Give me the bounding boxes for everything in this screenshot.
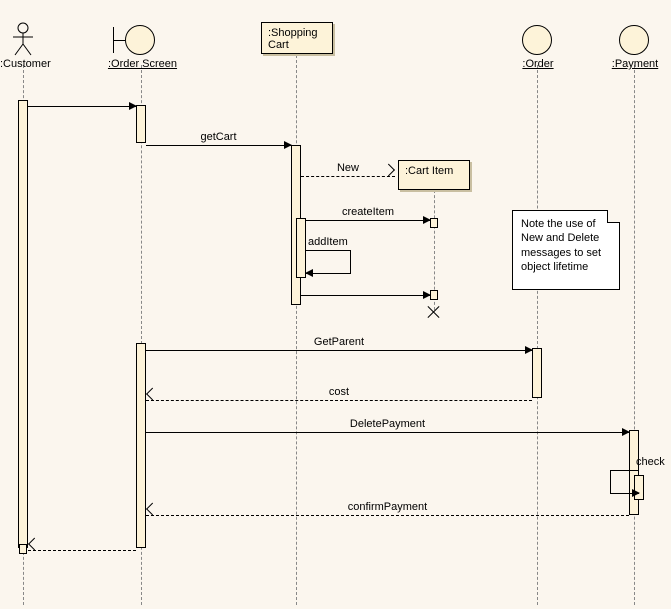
act-order xyxy=(532,348,542,398)
msg-getcart: getCart xyxy=(146,135,291,147)
note: Note the use of New and Delete messages … xyxy=(512,210,620,290)
msg-deletepayment: DeletePayment xyxy=(146,422,629,434)
lifeline-order xyxy=(537,65,538,605)
order-icon xyxy=(522,25,552,55)
destroy-x xyxy=(427,305,441,319)
msg-cost: cost xyxy=(146,390,532,402)
msg-getparent: GetParent xyxy=(146,340,532,352)
msg-destroy-item xyxy=(301,285,430,297)
msg-check-label: check xyxy=(636,456,665,468)
payment-icon xyxy=(619,25,649,55)
shopping-cart-label: :Shopping Cart xyxy=(268,27,318,51)
lifeline-shopping-cart xyxy=(296,55,297,605)
shopping-cart-head: :Shopping Cart xyxy=(261,22,333,54)
act-customer-end xyxy=(19,544,27,554)
order-label: :Order xyxy=(520,58,556,70)
msg-createitem-label: createItem xyxy=(306,206,430,218)
act-item-1 xyxy=(430,218,438,228)
msg-new: New xyxy=(301,166,395,178)
note-text: Note the use of New and Delete messages … xyxy=(521,218,601,273)
msg-additem-label: addItem xyxy=(308,236,348,248)
msg-additem: addItem xyxy=(306,250,351,274)
msg-start xyxy=(28,96,136,108)
act-item-2 xyxy=(430,290,438,300)
msg-check xyxy=(610,470,639,494)
msg-new-label: New xyxy=(301,162,395,174)
msg-deletepayment-label: DeletePayment xyxy=(146,418,629,430)
order-screen-label: :Order Screen xyxy=(105,58,180,70)
msg-confirmpayment: confirmPayment xyxy=(146,505,629,517)
boundary-icon xyxy=(113,25,173,55)
act-orderscreen-1 xyxy=(136,105,146,143)
msg-getcart-label: getCart xyxy=(146,131,291,143)
actor-icon xyxy=(11,22,35,56)
cart-item-label: :Cart Item xyxy=(405,165,453,177)
cart-item-head: :Cart Item xyxy=(398,160,470,190)
lifeline-payment xyxy=(634,65,635,605)
act-orderscreen-2 xyxy=(136,343,146,548)
customer-label: :Customer xyxy=(0,58,48,70)
act-customer xyxy=(18,100,28,548)
msg-getparent-label: GetParent xyxy=(146,336,532,348)
msg-return-customer xyxy=(28,540,136,552)
msg-createitem: createItem xyxy=(306,210,430,222)
msg-confirmpayment-label: confirmPayment xyxy=(146,501,629,513)
payment-label: :Payment xyxy=(610,58,660,70)
msg-cost-label: cost xyxy=(146,386,532,398)
